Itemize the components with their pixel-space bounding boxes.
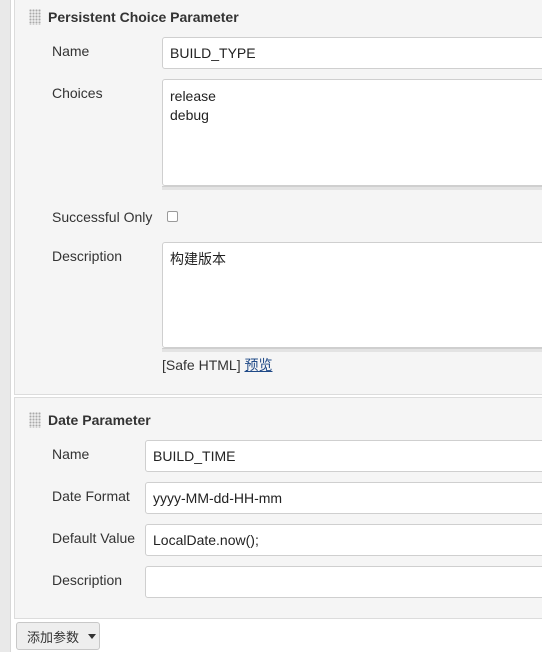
choice-item: debug [170, 107, 209, 123]
choice-item: release [170, 88, 216, 104]
preview-link[interactable]: 预览 [244, 357, 272, 373]
drag-handle-icon[interactable] [29, 412, 41, 428]
date-format-label: Date Format [52, 488, 130, 504]
name-input[interactable]: BUILD_TIME [145, 440, 542, 472]
date-parameter-section: Date Parameter Name BUILD_TIME Date Form… [14, 397, 542, 619]
successful-only-label: Successful Only [52, 209, 153, 225]
choices-textarea[interactable]: release debug [162, 79, 542, 186]
default-value-input[interactable]: LocalDate.now(); [145, 524, 542, 556]
persistent-choice-parameter-section: Persistent Choice Parameter Name BUILD_T… [14, 0, 542, 395]
successful-only-checkbox[interactable] [167, 211, 178, 222]
date-format-input[interactable]: yyyy-MM-dd-HH-mm [145, 482, 542, 514]
name-label: Name [52, 43, 90, 59]
section-title: Persistent Choice Parameter [48, 9, 239, 25]
add-parameter-label: 添加参数 [27, 629, 80, 645]
description-resize-grip[interactable] [162, 348, 542, 352]
caret-down-icon [88, 633, 97, 639]
name-label: Name [52, 446, 90, 462]
description-text: 构建版本 [170, 251, 226, 267]
name-input[interactable]: BUILD_TYPE [162, 37, 542, 69]
description-label: Description [52, 248, 123, 264]
section-title: Date Parameter [48, 412, 151, 428]
choices-label: Choices [52, 85, 103, 101]
description-textarea[interactable]: 构建版本 [162, 242, 542, 348]
choices-resize-grip[interactable] [162, 186, 542, 190]
safe-html-text: [Safe HTML] [162, 357, 241, 373]
default-value-label: Default Value [52, 530, 136, 546]
safe-html-hint: [Safe HTML] 预览 [162, 355, 272, 375]
description-label: Description [52, 572, 123, 588]
left-rail [0, 0, 11, 652]
description-input[interactable] [145, 566, 542, 598]
add-parameter-button[interactable]: 添加参数 [16, 622, 100, 650]
drag-handle-icon[interactable] [29, 9, 41, 25]
